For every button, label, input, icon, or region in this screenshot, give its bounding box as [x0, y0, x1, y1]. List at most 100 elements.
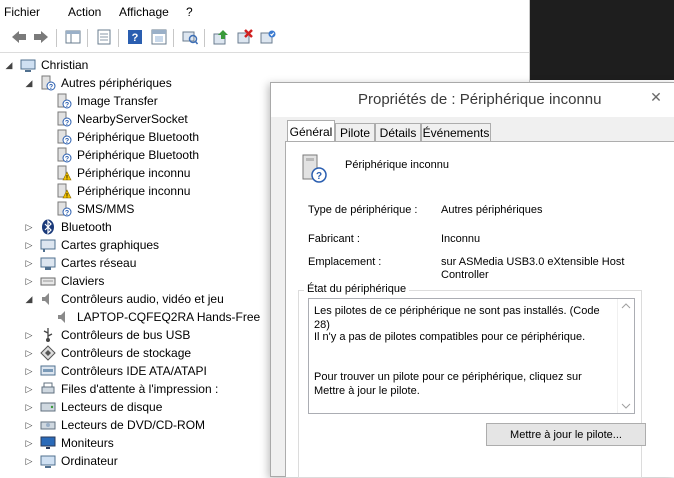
menu-help[interactable]: ? [186, 5, 193, 19]
expand-icon[interactable]: ▷ [24, 438, 34, 448]
tab-details[interactable]: Détails [375, 123, 421, 142]
scan-hardware-icon[interactable] [181, 28, 199, 46]
usb-icon [40, 327, 56, 343]
tree-item-label: Contrôleurs de bus USB [61, 328, 191, 342]
expand-icon[interactable]: ▷ [24, 330, 34, 340]
properties-dialog: Propriétés de : Périphérique inconnu ✕ G… [270, 82, 674, 478]
tree-item-label: Claviers [61, 274, 105, 288]
tree-item-label: Périphérique Bluetooth [77, 130, 200, 144]
device-status-textbox[interactable]: Les pilotes de ce périphérique ne sont p… [308, 298, 635, 414]
expand-icon[interactable]: ▷ [24, 276, 34, 286]
tab-events[interactable]: Événements [421, 123, 491, 142]
menu-bar: Fichier Action Affichage ? [0, 0, 530, 22]
show-hide-tree-icon[interactable] [64, 28, 82, 46]
enable-device-icon[interactable] [259, 28, 277, 46]
forward-arrow-icon[interactable] [32, 28, 50, 46]
tree-item[interactable]: ◢ Contrôleurs audio, vidéo et jeu [24, 290, 224, 308]
update-driver-icon[interactable] [212, 28, 230, 46]
unknown-device-icon: ? [40, 75, 56, 91]
tree-item[interactable]: ! Périphérique inconnu [40, 164, 190, 182]
speaker-icon [40, 291, 56, 307]
tree-item[interactable]: ▷ Moniteurs [24, 434, 114, 452]
device-status-legend: État du périphérique [304, 283, 410, 295]
tree-item[interactable]: ? SMS/MMS [40, 200, 134, 218]
expand-icon[interactable]: ▷ [24, 384, 34, 394]
tree-item[interactable]: LAPTOP-CQFEQ2RA Hands-Free [40, 308, 260, 326]
tree-item[interactable]: ▷ Cartes graphiques [24, 236, 159, 254]
tree-item[interactable]: ▷ Contrôleurs de bus USB [24, 326, 190, 344]
collapse-icon[interactable]: ◢ [24, 78, 34, 88]
status-scrollbar[interactable] [617, 299, 634, 413]
expand-icon[interactable]: ▷ [24, 420, 34, 430]
tree-item-label: Périphérique inconnu [77, 166, 191, 180]
close-icon[interactable]: ✕ [643, 87, 669, 107]
tree-item[interactable]: ▷ Lecteurs de disque [24, 398, 163, 416]
tree-item-label: LAPTOP-CQFEQ2RA Hands-Free [77, 310, 261, 324]
display-adapter-icon [40, 237, 56, 253]
svg-text:?: ? [49, 84, 53, 91]
expand-icon[interactable]: ▷ [24, 402, 34, 412]
dvd-drive-icon [40, 417, 56, 433]
properties-icon[interactable] [95, 28, 113, 46]
tree-item-label: SMS/MMS [77, 202, 135, 216]
collapse-icon[interactable]: ◢ [4, 60, 14, 70]
view-icon[interactable] [150, 28, 168, 46]
tree-item-label: Lecteurs de disque [61, 400, 163, 414]
unknown-device-icon: ? [56, 147, 72, 163]
back-arrow-icon[interactable] [10, 28, 28, 46]
tree-item-label: Cartes graphiques [61, 238, 160, 252]
tree-item-label: Ordinateur [61, 454, 118, 468]
tree-item[interactable]: ▷ Files d'attente à l'impression : [24, 380, 219, 398]
tree-item[interactable]: ◢? Autres périphériques [24, 74, 172, 92]
tree-item[interactable]: ? Image Transfer [40, 92, 158, 110]
tree-item[interactable]: ▷ Bluetooth [24, 218, 112, 236]
tree-item-label: Lecteurs de DVD/CD-ROM [61, 418, 206, 432]
menu-action[interactable]: Action [68, 5, 101, 19]
toolbar-separator [173, 29, 174, 47]
network-adapter-icon [40, 255, 56, 271]
expand-icon[interactable]: ▷ [24, 348, 34, 358]
expand-icon[interactable]: ▷ [24, 258, 34, 268]
expand-icon[interactable]: ▷ [24, 222, 34, 232]
tree-item-label: Files d'attente à l'impression : [61, 382, 219, 396]
tab-driver[interactable]: Pilote [335, 123, 375, 142]
update-driver-button[interactable]: Mettre à jour le pilote... [486, 423, 646, 446]
tree-item[interactable]: ? Périphérique Bluetooth [40, 128, 199, 146]
uninstall-icon[interactable] [236, 28, 254, 46]
tree-item[interactable]: ? NearbyServerSocket [40, 110, 188, 128]
device-type-value: Autres périphériques [441, 204, 543, 216]
menu-view[interactable]: Affichage [119, 5, 169, 19]
tree-item[interactable]: ▷ Claviers [24, 272, 105, 290]
expand-icon[interactable]: ▷ [24, 456, 34, 466]
svg-text:!: ! [66, 176, 68, 182]
tree-root[interactable]: ◢ Christian [4, 56, 88, 74]
menu-file[interactable]: Fichier [4, 5, 40, 19]
tab-general[interactable]: Général [287, 120, 335, 143]
svg-text:?: ? [316, 171, 322, 182]
disk-drive-icon [40, 399, 56, 415]
tree-item-label: Cartes réseau [61, 256, 137, 270]
tree-item[interactable]: ! Périphérique inconnu [40, 182, 190, 200]
tree-item-label: Contrôleurs de stockage [61, 346, 192, 360]
tree-item[interactable]: ▷ Contrôleurs IDE ATA/ATAPI [24, 362, 207, 380]
dialog-title: Propriétés de : Périphérique inconnu [358, 91, 602, 108]
tree-item[interactable]: ▷ Ordinateur [24, 452, 118, 470]
svg-text:?: ? [65, 102, 69, 109]
toolbar-separator [118, 29, 119, 47]
tree-item-label: Contrôleurs IDE ATA/ATAPI [61, 364, 207, 378]
expand-icon[interactable]: ▷ [24, 366, 34, 376]
tree-item[interactable]: ▷ Contrôleurs de stockage [24, 344, 191, 362]
tree-item[interactable]: ? Périphérique Bluetooth [40, 146, 199, 164]
location-value: sur ASMedia USB3.0 eXtensible Host Contr… [441, 256, 625, 281]
toolbar: ? [0, 24, 530, 53]
tree-item[interactable]: ▷ Cartes réseau [24, 254, 136, 272]
tree-item-label: Contrôleurs audio, vidéo et jeu [61, 292, 224, 306]
help-icon[interactable]: ? [126, 28, 144, 46]
expand-icon[interactable]: ▷ [24, 240, 34, 250]
collapse-icon[interactable]: ◢ [24, 294, 34, 304]
unknown-device-icon: ? [56, 93, 72, 109]
monitor-icon [40, 435, 56, 451]
tree-item[interactable]: ▷ Lecteurs de DVD/CD-ROM [24, 416, 206, 434]
toolbar-separator [87, 29, 88, 47]
